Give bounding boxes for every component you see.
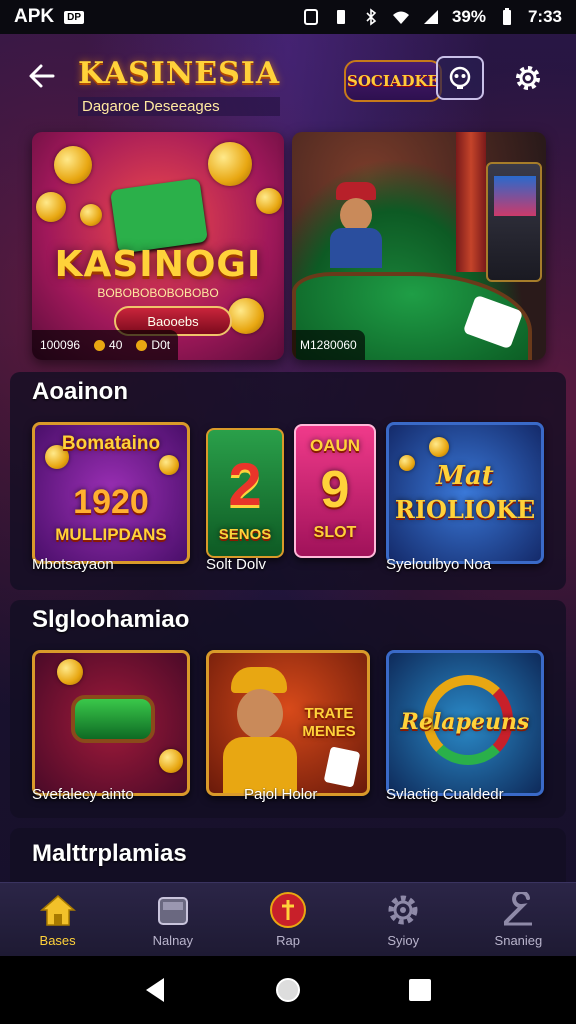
- dealer-figure: [326, 182, 386, 268]
- card-art-number: 9: [320, 461, 350, 519]
- coin-decoration: [80, 204, 102, 226]
- banner-stats: 100096 40 D0t: [32, 330, 179, 360]
- card-art-number: 2: [228, 451, 262, 518]
- nav-item-rap[interactable]: Rap: [230, 883, 345, 956]
- banner-stat-dot: D0t: [136, 338, 170, 352]
- section-title-second: Slgloohamiao: [32, 606, 190, 633]
- nfc-icon: [303, 9, 318, 25]
- promo-banner-table[interactable]: M1280060: [292, 132, 546, 360]
- game-title: Svlactig Cualdedr: [386, 786, 504, 803]
- card-stack-decoration: [109, 178, 209, 254]
- cross-icon: [269, 891, 307, 929]
- bluetooth-icon: [366, 8, 377, 26]
- square-recents-icon: [409, 979, 431, 1001]
- card-art-title: Relapeuns: [400, 709, 530, 735]
- coin-decoration: [36, 192, 66, 222]
- gear-icon: [516, 66, 540, 90]
- curtain-decoration: [456, 132, 486, 272]
- banner-stat-coins: 40: [94, 338, 122, 352]
- battery-percent: 39%: [451, 7, 486, 26]
- battery-icon: [502, 8, 511, 25]
- coin-decoration: [256, 188, 282, 214]
- notification-badge: DP: [64, 10, 85, 24]
- app-logo: KASINESIA Dagaroe Deseeages: [78, 56, 281, 116]
- nav-item-wallet[interactable]: Nalnay: [115, 883, 230, 956]
- nav-label: Syioy: [387, 933, 420, 948]
- nav-label: Rap: [276, 933, 300, 948]
- support-icon: [499, 891, 537, 929]
- gear-icon: [384, 891, 422, 929]
- game-title: Pajol Holor: [244, 786, 318, 803]
- nav-label: Snanieg: [494, 933, 543, 948]
- system-back-button[interactable]: [136, 970, 176, 1010]
- system-navigation-bar: [0, 956, 576, 1024]
- card-art-title: OAUN: [309, 436, 361, 455]
- nav-label: Nalnay: [152, 933, 194, 948]
- banner-subtitle: BOBOBOBOBOBOBO: [97, 286, 219, 300]
- system-home-button[interactable]: [268, 970, 308, 1010]
- card-art-title: TRATE MENES: [302, 705, 356, 740]
- nav-label: Bases: [39, 933, 76, 948]
- vibrate-icon: [336, 10, 345, 24]
- game-title: Syeloulbyo Noa: [386, 556, 492, 573]
- coin-decoration: [208, 142, 252, 186]
- settings-button[interactable]: [508, 58, 548, 98]
- card-art-subtitle: RIOLIOKE: [394, 495, 536, 524]
- coin-decoration: [54, 146, 92, 184]
- logo-title: KASINESIA: [78, 56, 281, 91]
- card-art-subtitle: SLOT: [313, 524, 357, 541]
- coin-decoration: [228, 298, 264, 334]
- signal-icon: [423, 10, 438, 24]
- section-title-third: Malttrplamias: [32, 840, 187, 867]
- back-button[interactable]: [22, 56, 62, 96]
- arrow-left-icon: [29, 64, 55, 88]
- wallet-icon: [154, 891, 192, 929]
- game-title: Solt Dolv: [206, 556, 267, 573]
- logo-subtitle: Dagaroe Deseeages: [78, 97, 281, 116]
- game-title: Mbotsayaon: [32, 556, 114, 573]
- coin-icon: [136, 340, 148, 352]
- clock: 7:33: [527, 7, 562, 26]
- section-title-featured: Aoainon: [32, 378, 128, 405]
- banner-title: KASINOGI: [54, 244, 262, 285]
- nav-item-settings[interactable]: Syioy: [346, 883, 461, 956]
- card-art-number: 1920: [73, 483, 149, 521]
- card-art-title: Mat: [436, 461, 494, 491]
- system-recents-button[interactable]: [400, 970, 440, 1010]
- nav-item-support[interactable]: Snanieg: [461, 883, 576, 956]
- slot-machine-decoration: [486, 162, 542, 282]
- banner-stat-pot: M1280060: [300, 338, 357, 352]
- brand-badge[interactable]: SOCIADKE: [344, 60, 442, 102]
- card-art-title: Bomataino: [61, 433, 161, 454]
- banner-stat-players: 100096: [40, 338, 81, 352]
- carrier-label: APK: [14, 6, 55, 27]
- game-title: Svefalecy ainto: [32, 786, 134, 803]
- card-art-subtitle: SENOS: [218, 526, 272, 543]
- chat-button[interactable]: [436, 56, 484, 100]
- app-header: KASINESIA Dagaroe Deseeages SOCIADKE: [0, 34, 576, 130]
- bottom-navigation: Bases Nalnay Rap Syioy Snanieg: [0, 882, 576, 956]
- character-face: [237, 689, 283, 739]
- chat-bot-icon: [449, 66, 471, 89]
- nav-item-home[interactable]: Bases: [0, 883, 115, 956]
- home-icon: [39, 891, 77, 929]
- card-art-subtitle: MULLIPDANS: [55, 525, 167, 544]
- circle-home-icon: [276, 978, 300, 1002]
- drum-art: [71, 695, 155, 743]
- promo-banner-kasinogi[interactable]: KASINOGI BOBOBOBOBOBOBO Baooebs 100096 4…: [32, 132, 284, 360]
- coin-icon: [94, 340, 106, 352]
- status-bar: APK DP 39% 7:33: [0, 0, 576, 34]
- wifi-icon: [392, 11, 409, 24]
- banner-stats: M1280060: [292, 330, 365, 360]
- triangle-back-icon: [146, 978, 164, 1002]
